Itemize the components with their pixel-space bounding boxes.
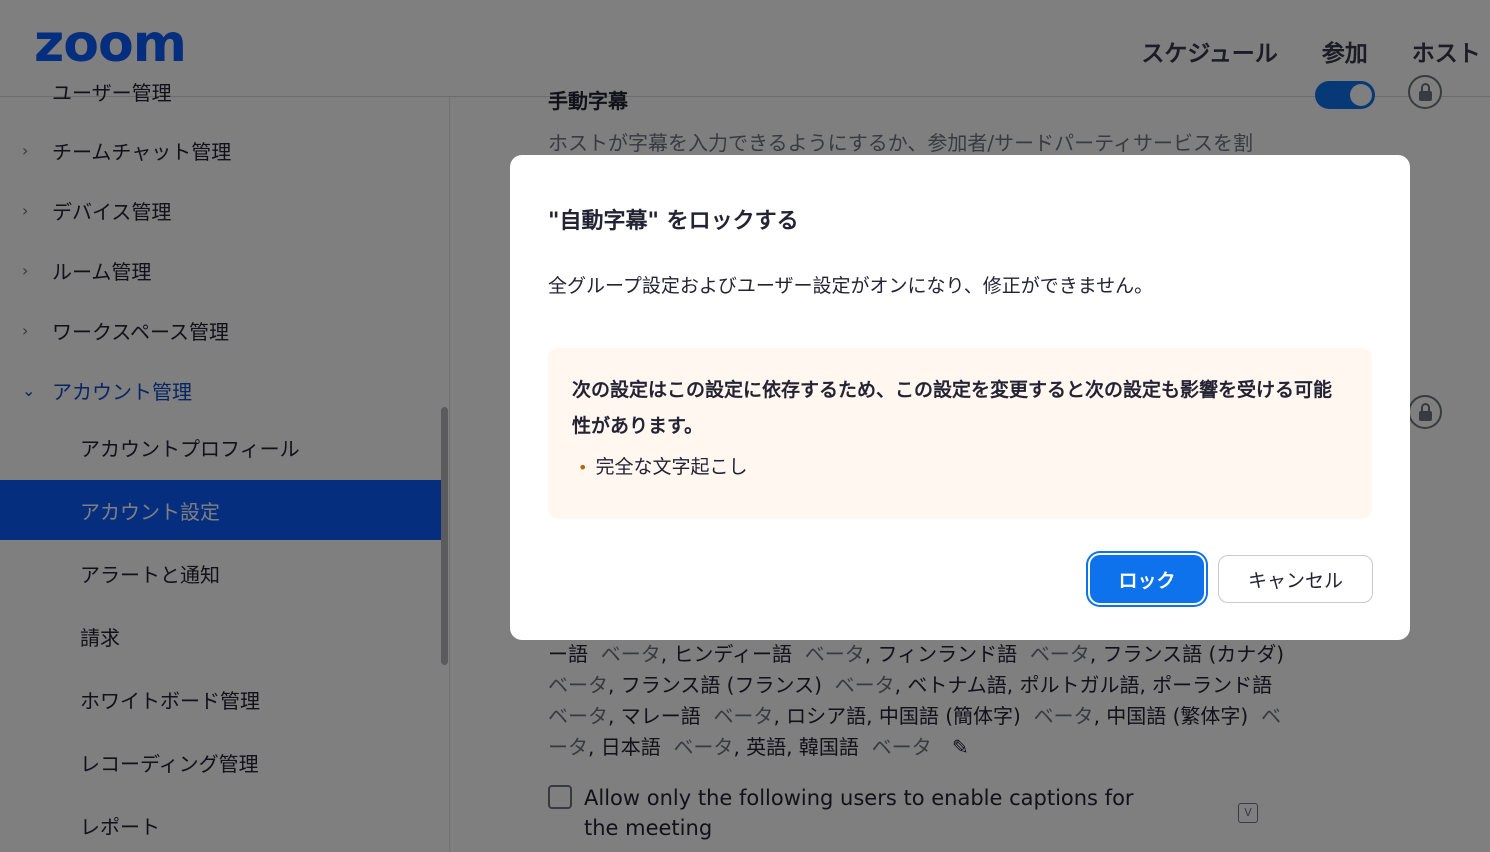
dialog-title: "自動字幕" をロックする <box>548 209 799 234</box>
zoom-web-portal: zoom スケジュール 参加 ホスト ⌄ ユーザー管理 › チームチャット管理 … <box>0 0 1490 852</box>
cancel-button[interactable]: キャンセル <box>1218 555 1373 603</box>
lock-button[interactable]: ロック <box>1090 555 1204 603</box>
dependent-setting-item: • 完全な文字起こし <box>578 456 748 478</box>
dialog-message: 全グループ設定およびユーザー設定がオンになり、修正ができません。 <box>548 275 1154 297</box>
dependency-warning: 次の設定はこの設定に依存するため、この設定を変更すると次の設定も影響を受ける可能… <box>548 348 1372 519</box>
warning-text: 次の設定はこの設定に依存するため、この設定を変更すると次の設定も影響を受ける可能… <box>572 379 1333 437</box>
bullet-icon: • <box>578 458 588 477</box>
lock-setting-dialog: "自動字幕" をロックする 全グループ設定およびユーザー設定がオンになり、修正が… <box>510 155 1410 640</box>
